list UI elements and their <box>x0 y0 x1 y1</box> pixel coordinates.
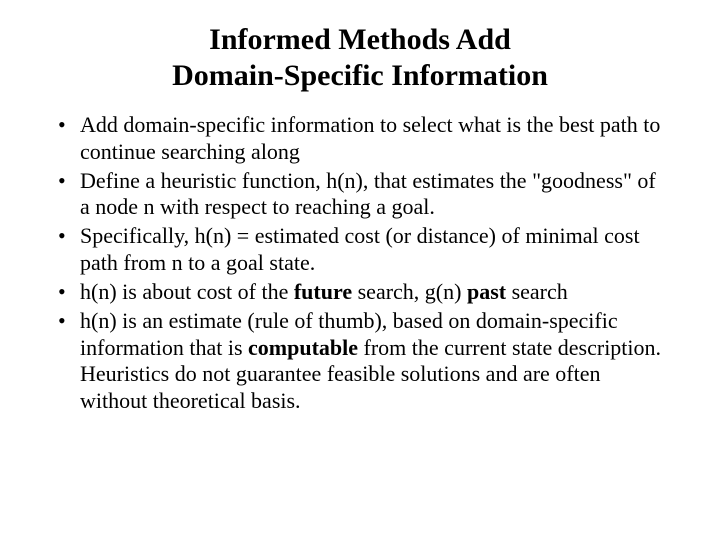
bullet-item: Add domain-specific information to selec… <box>54 112 666 166</box>
bullet-text-part: search <box>506 279 568 304</box>
bullet-text-bold: future <box>294 279 352 304</box>
slide-title: Informed Methods Add Domain-Specific Inf… <box>48 22 672 94</box>
bullet-text: Add domain-specific information to selec… <box>80 112 660 164</box>
title-line-1: Informed Methods Add <box>209 23 511 56</box>
bullet-item: Specifically, h(n) = estimated cost (or … <box>54 223 666 277</box>
title-line-2: Domain-Specific Information <box>172 59 548 92</box>
slide: Informed Methods Add Domain-Specific Inf… <box>0 0 720 540</box>
bullet-item: Define a heuristic function, h(n), that … <box>54 168 666 222</box>
bullet-item: h(n) is about cost of the future search,… <box>54 279 666 306</box>
bullet-list: Add domain-specific information to selec… <box>48 112 672 415</box>
bullet-item: h(n) is an estimate (rule of thumb), bas… <box>54 308 666 415</box>
bullet-text: Define a heuristic function, h(n), that … <box>80 168 656 220</box>
bullet-text-part: search, g(n) <box>352 279 467 304</box>
bullet-text-part: h(n) is about cost of the <box>80 279 294 304</box>
bullet-text-bold: computable <box>248 335 358 360</box>
bullet-text-bold: past <box>467 279 506 304</box>
bullet-text: Specifically, h(n) = estimated cost (or … <box>80 223 640 275</box>
